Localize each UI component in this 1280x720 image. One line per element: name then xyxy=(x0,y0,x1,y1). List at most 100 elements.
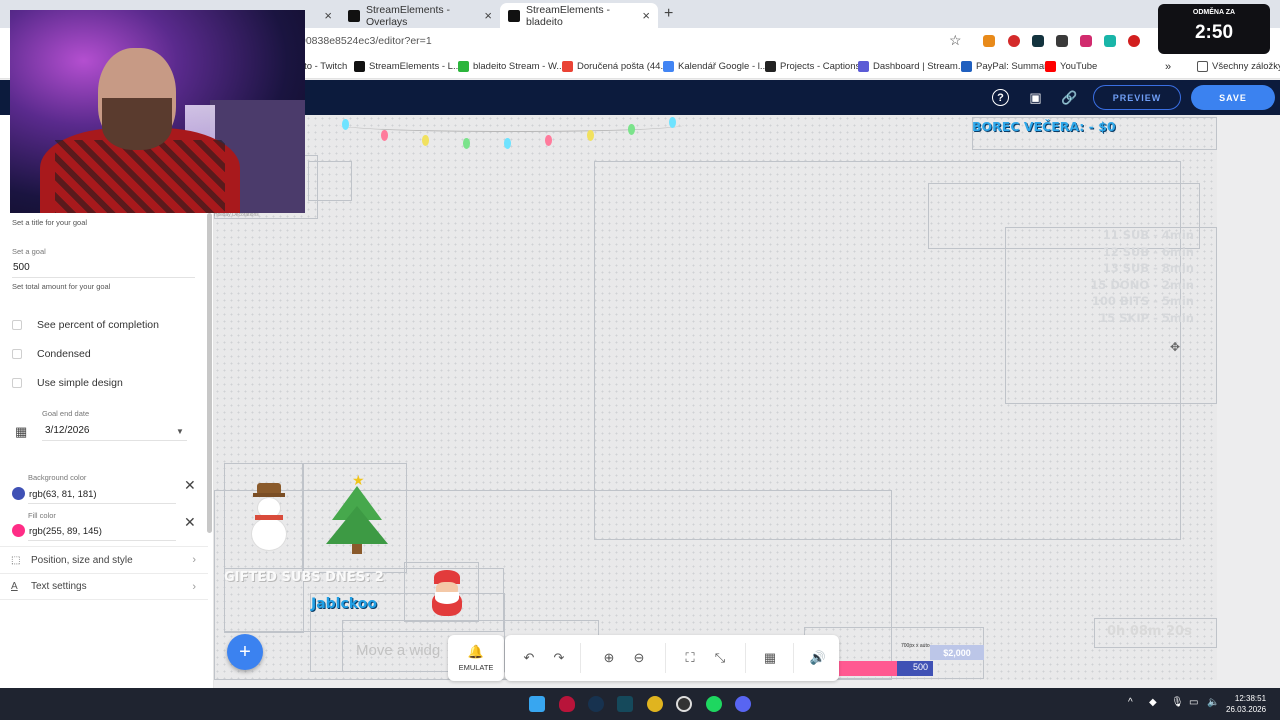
youtube-icon xyxy=(1045,61,1056,72)
extension-icon[interactable] xyxy=(1080,35,1092,47)
tab-bladeito[interactable]: StreamElements - bladeito × xyxy=(500,3,658,28)
streamelements-favicon-icon xyxy=(508,9,520,22)
folder-icon xyxy=(1197,61,1208,72)
light-bulb-icon xyxy=(342,119,349,130)
bookmark-streamelements[interactable]: StreamElements - L... xyxy=(354,61,461,72)
spotify-icon[interactable] xyxy=(706,696,722,712)
obs-icon[interactable] xyxy=(676,696,692,712)
system-clock[interactable]: 12:38:51 26.03.2026 xyxy=(1226,693,1266,715)
light-bulb-icon xyxy=(545,135,552,146)
volume-icon[interactable]: 🔊 xyxy=(809,649,827,667)
tab-overlays[interactable]: StreamElements - Overlays × xyxy=(340,3,500,28)
clock-date: 26.03.2026 xyxy=(1226,705,1267,714)
emulate-button[interactable]: 🔔 EMULATE xyxy=(448,635,504,681)
end-date-label: Goal end date xyxy=(42,409,90,418)
menu-label: Text settings xyxy=(31,581,87,592)
chrome-icon[interactable] xyxy=(647,696,663,712)
extension-icon[interactable] xyxy=(1032,35,1044,47)
end-date-underline xyxy=(42,440,187,441)
goal-progress-bar[interactable]: 500 xyxy=(827,661,933,676)
gifted-subs-text: GIFTED SUBS DNES: 2 xyxy=(224,570,384,585)
app-icon[interactable] xyxy=(617,696,633,712)
panel-scrollbar[interactable] xyxy=(207,213,212,533)
bookmark-label: Všechny záložky xyxy=(1212,61,1280,72)
zoom-in-icon[interactable]: ⊕ xyxy=(600,649,618,667)
close-icon[interactable]: × xyxy=(642,8,650,23)
bookmark-calendar[interactable]: Kalendář Google - l... xyxy=(663,61,768,72)
preview-button[interactable]: PREVIEW xyxy=(1093,85,1181,110)
bookmark-label: bladeito Stream - W... xyxy=(473,61,565,72)
bookmark-twitch[interactable]: ito - Twitch xyxy=(302,61,347,72)
extension-icon[interactable] xyxy=(1056,35,1068,47)
extension-icon[interactable] xyxy=(1128,35,1140,47)
bookmark-captions[interactable]: Projects - Captions xyxy=(765,61,860,72)
menu-text-settings[interactable]: A Text settings › xyxy=(0,573,208,600)
percent-checkbox[interactable] xyxy=(12,320,22,330)
clear-bg-color-icon[interactable]: ✕ xyxy=(184,477,196,494)
network-icon[interactable]: ▭ xyxy=(1189,697,1198,708)
bookmark-paypal[interactable]: PayPal: Summary xyxy=(961,61,1052,72)
app-icon[interactable] xyxy=(559,696,575,712)
shrink-icon[interactable]: ⤡ xyxy=(711,649,729,667)
close-icon[interactable]: × xyxy=(484,8,492,23)
fit-screen-icon[interactable]: ⛶ xyxy=(681,649,699,667)
fill-color-swatch[interactable] xyxy=(12,524,25,537)
move-widget-hint: Move a widg xyxy=(356,642,441,659)
menu-position-size-style[interactable]: ⬚ Position, size and style › xyxy=(0,546,208,573)
bg-color-label: Background color xyxy=(28,473,87,482)
discord-icon[interactable] xyxy=(735,696,751,712)
bell-icon: 🔔 xyxy=(467,644,485,659)
close-icon[interactable]: × xyxy=(324,8,332,23)
all-bookmarks-folder[interactable]: Všechny záložky xyxy=(1197,61,1280,72)
windows-start-icon[interactable] xyxy=(529,696,545,712)
chevron-down-icon[interactable]: ▼ xyxy=(176,427,184,436)
streamelements-icon xyxy=(354,61,365,72)
extension-icon[interactable] xyxy=(1104,35,1116,47)
bookmarks-overflow-icon[interactable]: » xyxy=(1165,61,1171,73)
goal-input[interactable]: 500 xyxy=(13,262,30,273)
light-bulb-icon xyxy=(587,130,594,141)
new-tab-button[interactable]: + xyxy=(664,5,673,23)
bookmark-youtube[interactable]: YouTube xyxy=(1045,61,1097,72)
speaker-icon[interactable]: 🔈 xyxy=(1207,697,1219,708)
fill-color-input[interactable]: rgb(255, 89, 145) xyxy=(29,526,102,537)
redo-icon[interactable]: ↷ xyxy=(550,649,568,667)
condensed-checkbox-label: Condensed xyxy=(37,348,91,360)
calendar-icon[interactable]: ▦ xyxy=(15,424,27,440)
screen-overlay-icon[interactable]: ▣ xyxy=(1027,89,1044,106)
simple-design-checkbox[interactable] xyxy=(12,378,22,388)
bookmark-star-icon[interactable]: ☆ xyxy=(949,32,962,49)
clear-fill-color-icon[interactable]: ✕ xyxy=(184,514,196,531)
tray-overflow-icon[interactable]: ^ xyxy=(1128,697,1133,708)
save-button[interactable]: SAVE xyxy=(1191,85,1275,110)
extension-icon[interactable] xyxy=(983,35,995,47)
zoom-out-icon[interactable]: ⊖ xyxy=(630,649,648,667)
percent-checkbox-label: See percent of completion xyxy=(37,319,159,331)
steam-icon[interactable] xyxy=(588,696,604,712)
grid-toggle-icon[interactable]: ▦ xyxy=(761,649,779,667)
tray-steam-icon[interactable]: ◆ xyxy=(1149,697,1157,708)
goal-label: Set a goal xyxy=(12,247,46,256)
bookmark-dashboard[interactable]: Dashboard | Stream... xyxy=(858,61,966,72)
text-icon: A xyxy=(11,581,18,592)
undo-icon[interactable]: ↶ xyxy=(520,649,538,667)
condensed-checkbox[interactable] xyxy=(12,349,22,359)
extension-icon[interactable] xyxy=(1008,35,1020,47)
overlay-canvas[interactable]: Holiday Decorations BOREC VEČERA: - $0 1… xyxy=(214,115,1217,680)
tab-partial[interactable]: × xyxy=(305,3,340,28)
help-icon[interactable]: ? xyxy=(992,89,1009,106)
url-field[interactable]: 90838e8524ec3/editor?er=1 xyxy=(300,35,432,47)
bg-color-input[interactable]: rgb(63, 81, 181) xyxy=(29,489,97,500)
bg-color-swatch[interactable] xyxy=(12,487,25,500)
link-icon[interactable]: 🔗 xyxy=(1061,89,1078,106)
end-date-input[interactable]: 3/12/2026 xyxy=(45,425,90,436)
add-widget-button[interactable]: + xyxy=(227,634,263,670)
christmas-tree-icon: ★ xyxy=(324,472,390,557)
goal-input-underline xyxy=(12,277,195,278)
bookmark-gmail[interactable]: Doručená pošta (44... xyxy=(562,61,668,72)
tab-label: StreamElements - Overlays xyxy=(366,3,451,28)
sub-goals-list: 11 SUB - 4min 12 SUB - 6min 13 SUB - 8mi… xyxy=(994,227,1194,326)
timer-value: 2:50 xyxy=(1194,22,1234,43)
bookmark-bladeito-stream[interactable]: bladeito Stream - W... xyxy=(458,61,564,72)
microphone-icon[interactable]: 🎙 xyxy=(1171,697,1184,708)
